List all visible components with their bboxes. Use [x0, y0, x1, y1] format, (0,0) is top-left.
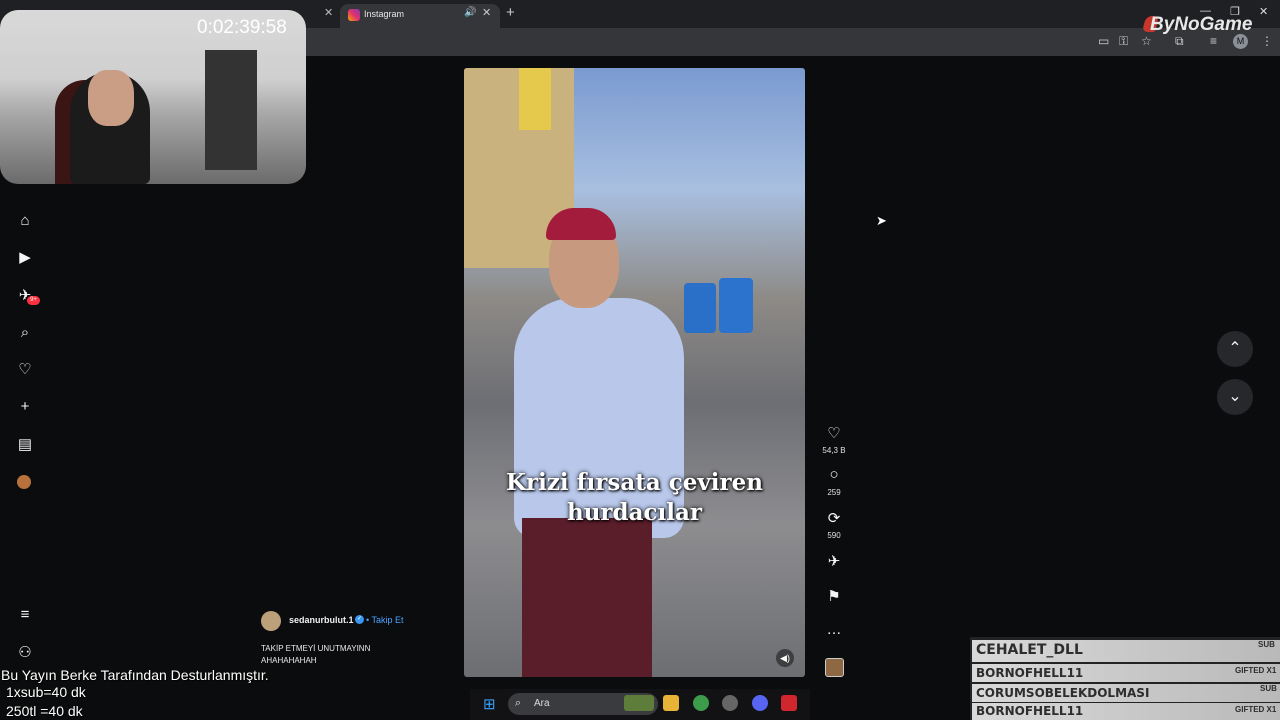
star-icon[interactable]: ☆: [1141, 34, 1152, 48]
blue-barrel: [719, 278, 753, 333]
sub-name: BORNOFHELL11: [976, 666, 1084, 680]
app-icon[interactable]: [781, 695, 797, 711]
verified-icon: ✓: [355, 615, 364, 624]
cast-icon[interactable]: ▭: [1098, 34, 1109, 48]
reel-description: TAKİP ETMEYİ UNUTMAYINN: [261, 644, 371, 653]
tab-title: Instagram: [364, 9, 405, 19]
key-icon[interactable]: ⚿: [1119, 34, 1128, 49]
next-reel-button[interactable]: ⌄: [1217, 379, 1253, 415]
sub-name: BORNOFHELL11: [976, 704, 1084, 718]
more-icon[interactable]: ⚇: [16, 644, 34, 662]
file-explorer-icon[interactable]: [663, 695, 679, 711]
heart-icon[interactable]: ♡: [16, 361, 34, 379]
follow-label: Takip Et: [371, 615, 404, 625]
mute-icon[interactable]: ◀): [776, 649, 794, 667]
home-icon[interactable]: ⌂: [16, 212, 34, 230]
sub-row: BORNOFHELL11 GIFTED X1: [972, 664, 1280, 682]
kebab-menu-icon[interactable]: ⋮: [1261, 34, 1273, 48]
caption-line: hurdacılar: [566, 499, 703, 526]
notification-badge: 9+: [27, 296, 40, 305]
sub-name: CEHALET_DLL: [976, 642, 1083, 658]
sub-tag: SUB: [1260, 684, 1277, 693]
create-icon[interactable]: +: [16, 398, 34, 416]
brand-name: ByNoGame: [1150, 14, 1253, 35]
tab-close-icon[interactable]: ✕: [482, 6, 491, 19]
media-control-icon[interactable]: ≡: [1210, 34, 1217, 48]
follow-button[interactable]: • Takip Et: [366, 615, 404, 625]
sub-tag: SUB: [1258, 640, 1275, 649]
instagram-favicon-icon: [348, 9, 360, 21]
extensions-icon[interactable]: ⧉: [1175, 34, 1184, 49]
tab-audio-icon[interactable]: 🔊: [464, 7, 476, 18]
caption-line: Krizi fırsata çeviren: [506, 469, 763, 496]
cursor-icon: ➤: [876, 213, 887, 228]
stream-timer: 0:02:39:58: [197, 17, 287, 38]
tab-close-icon[interactable]: ✕: [324, 6, 333, 19]
woman-pants: [522, 518, 652, 677]
dashboard-icon[interactable]: ▤: [16, 436, 34, 454]
windows-start-icon[interactable]: ⊞: [483, 695, 496, 713]
taskbar-search-label: Ara: [534, 698, 550, 709]
reels-icon[interactable]: ▶: [16, 249, 34, 267]
overlay-text: 1xsub=40 dk: [6, 684, 86, 700]
sub-row: CEHALET_DLL SUB: [972, 640, 1280, 662]
repost-icon[interactable]: ⟳: [824, 509, 844, 527]
sub-tag: GIFTED X1: [1235, 666, 1277, 675]
profile-avatar[interactable]: [17, 475, 31, 489]
blue-barrel: [684, 283, 716, 333]
author-avatar[interactable]: [261, 611, 281, 631]
separator: •: [366, 615, 370, 625]
more-options-icon[interactable]: …: [824, 621, 844, 638]
shelf: [205, 50, 257, 170]
overlay-text: 250tl =40 dk: [6, 703, 83, 719]
taskbar-widget-icon[interactable]: [624, 695, 654, 711]
discord-icon[interactable]: [752, 695, 768, 711]
search-icon: ⌕: [515, 697, 522, 709]
woman-cap: [546, 208, 616, 240]
sub-tag: GIFTED X1: [1235, 705, 1277, 714]
sub-row: BORNOFHELL11 GIFTED X1: [972, 703, 1280, 720]
repost-count: 590: [827, 531, 841, 540]
like-count: 54,3 B: [822, 446, 846, 455]
yellow-wall: [519, 68, 551, 130]
reel-video[interactable]: Krizi fırsata çeviren hurdacılar ◀): [464, 68, 805, 677]
app-icon[interactable]: [722, 695, 738, 711]
sub-row: CORUMSOBELEKDOLMASI SUB: [972, 684, 1280, 702]
window-close-icon[interactable]: ✕: [1259, 5, 1268, 18]
reel-description: AHAHAHAHAH: [261, 656, 317, 665]
reel-caption: Krizi fırsata çeviren hurdacılar: [464, 468, 805, 528]
profile-avatar[interactable]: M: [1233, 34, 1248, 49]
streamer-head: [88, 70, 134, 126]
search-icon[interactable]: ⌕: [16, 324, 34, 342]
overlay-text: Bu Yayın Berke Tarafından Desturlanmıştı…: [1, 667, 269, 683]
comment-icon[interactable]: ○: [824, 466, 844, 483]
like-icon[interactable]: ♡: [824, 424, 844, 442]
chrome-icon[interactable]: [693, 695, 709, 711]
tab-instagram[interactable]: Instagram 🔊 ✕: [340, 4, 500, 28]
menu-icon[interactable]: ≡: [16, 606, 34, 624]
previous-reel-button[interactable]: ⌃: [1217, 331, 1253, 367]
audio-thumbnail[interactable]: [825, 658, 844, 677]
share-icon[interactable]: ✈: [824, 552, 844, 570]
save-icon[interactable]: ⚑: [824, 587, 844, 605]
sub-name: CORUMSOBELEKDOLMASI: [976, 686, 1150, 700]
comment-count: 259: [827, 488, 841, 497]
new-tab-button[interactable]: +: [506, 4, 515, 21]
author-username[interactable]: sedanurbulut.1: [289, 615, 354, 625]
